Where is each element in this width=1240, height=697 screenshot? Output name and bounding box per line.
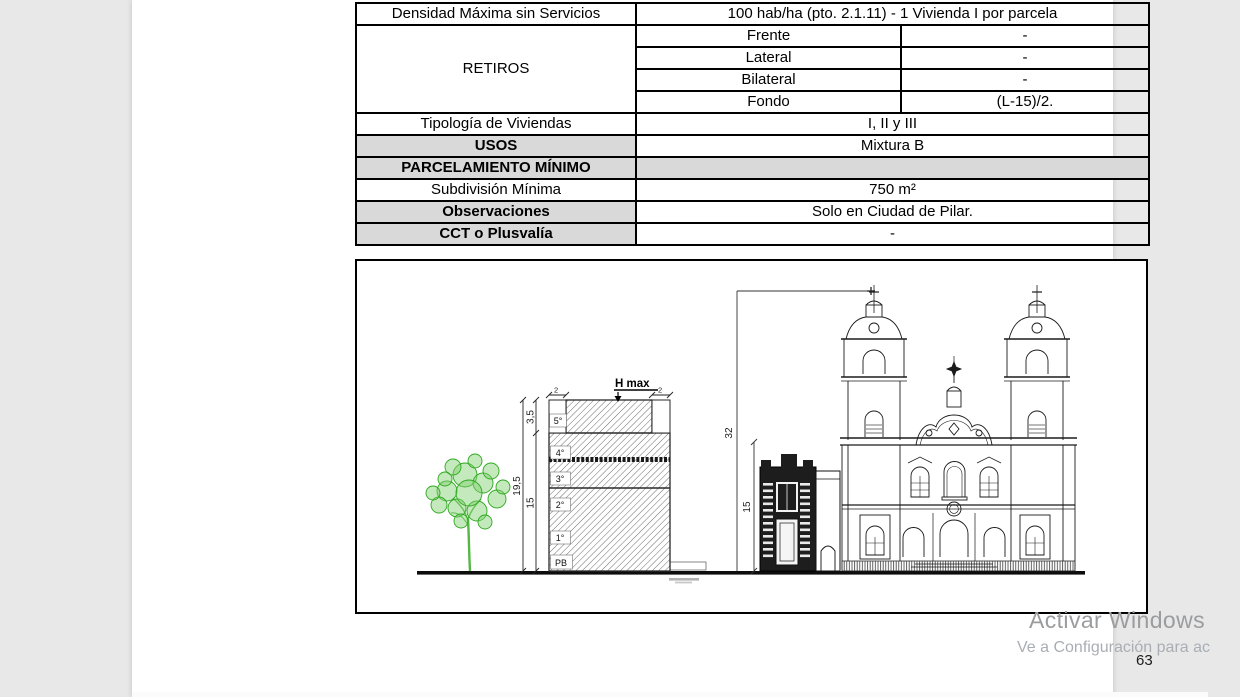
activation-watermark-subtitle: Ve a Configuración para ac [1017,639,1210,657]
retiros-fondo-label: Fondo [636,91,901,113]
floor-label-1: 1° [556,533,565,543]
top-floor-dim: 3,5 [526,410,537,424]
densidad-value: 100 hab/ha (pto. 2.1.11) - 1 Vivienda I … [636,3,1149,25]
floor-label-4: 4° [556,448,565,458]
retiros-frente-label: Frente [636,25,901,47]
retiros-lateral-label: Lateral [636,47,901,69]
elevation-drawing: 5° 4° 3° 2° 1° PB H max [357,261,1146,612]
h-max-label: H max [615,378,650,390]
total-height-dim: 19,5 [512,476,523,496]
zoning-table: Densidad Máxima sin Servicios 100 hab/ha… [355,2,1150,246]
document-viewer: { "page": { "number": "63", "watermark_l… [0,0,1240,697]
observaciones-label: Observaciones [356,201,636,223]
table-row: USOS Mixtura B [356,135,1149,157]
retiros-frente-value: - [901,25,1149,47]
subdivision-value: 750 m² [636,179,1149,201]
cct-value: - [636,223,1149,245]
h-max-annotation: H max [614,378,658,402]
table-row: Tipología de Viviendas I, II y III [356,113,1149,135]
floor-label-5: 5° [554,416,563,426]
document-page: Densidad Máxima sin Servicios 100 hab/ha… [132,0,1113,697]
table-row: PARCELAMIENTO MÍNIMO [356,157,1149,179]
table-row: Subdivisión Mínima 750 m² [356,179,1149,201]
setback-dimensions: 2 2 [546,386,673,399]
table-row: CCT o Plusvalía - [356,223,1149,245]
elevation-drawing-frame: 5° 4° 3° 2° 1° PB H max [355,259,1148,614]
retiros-fondo-value: (L-15)/2. [901,91,1149,113]
floor-label-2: 2° [556,500,565,510]
table-row: Densidad Máxima sin Servicios 100 hab/ha… [356,3,1149,25]
retiros-bilateral-value: - [901,69,1149,91]
retiros-label: RETIROS [356,25,636,113]
retiros-lateral-value: - [901,47,1149,69]
setback-left-dim: 2 [554,386,558,395]
tree-drawing [426,454,510,571]
parcelamiento-label: PARCELAMIENTO MÍNIMO [356,157,636,179]
observaciones-value: Solo en Ciudad de Pilar. [636,201,1149,223]
setback-right-dim: 2 [658,386,662,395]
floor-label-3: 3° [556,474,565,484]
tipologia-value: I, II y III [636,113,1149,135]
small-building-elevation [760,454,840,571]
building-elevation [549,400,670,571]
usos-label: USOS [356,135,636,157]
floor-label-pb: PB [555,558,567,568]
tipologia-label: Tipología de Viviendas [356,113,636,135]
lower-floors-dim: 15 [526,497,537,509]
table-row: Observaciones Solo en Ciudad de Pilar. [356,201,1149,223]
building-dimensions: 19,5 3,5 15 [512,397,539,574]
activation-watermark-title: Activar Windows [1029,607,1205,634]
table-row: RETIROS Frente - [356,25,1149,47]
church-tower [841,285,907,440]
usos-value: Mixtura B [636,135,1149,157]
densidad-label: Densidad Máxima sin Servicios [356,3,636,25]
horizontal-scrollbar[interactable] [132,692,1208,697]
church-height-dim: 32 [724,427,735,439]
retiros-bilateral-label: Bilateral [636,69,901,91]
subdivision-label: Subdivisión Mínima [356,179,636,201]
church-elevation [840,285,1077,571]
cct-label: CCT o Plusvalía [356,223,636,245]
small-building-height-dim: 15 [742,501,753,513]
parcelamiento-value [636,157,1149,179]
